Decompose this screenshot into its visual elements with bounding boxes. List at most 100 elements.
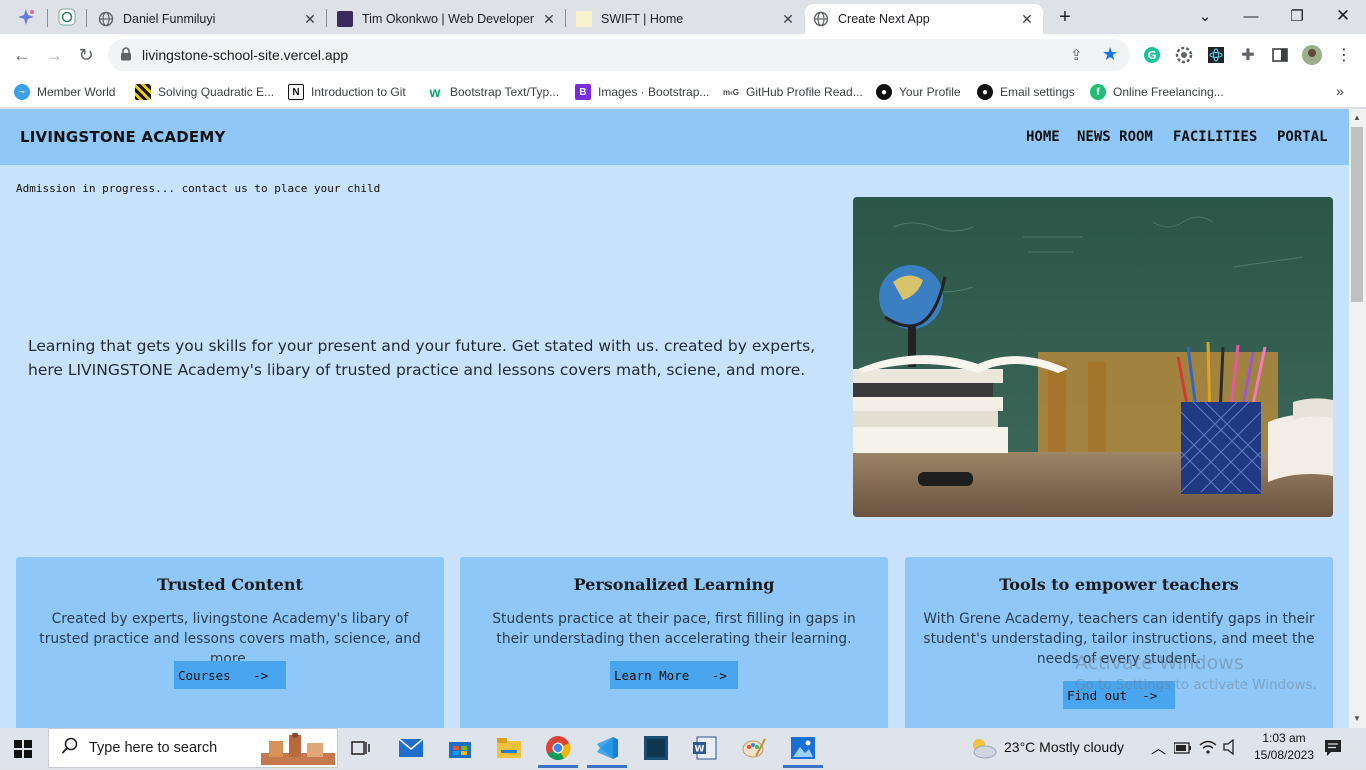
extension-gear-icon[interactable] — [1174, 45, 1194, 65]
forward-arrow-icon[interactable]: → — [39, 40, 69, 70]
close-icon[interactable]: ✕ — [1019, 11, 1035, 28]
reload-icon[interactable]: ↻ — [71, 40, 101, 70]
bookmarks-bar: ~ Member World Solving Quadratic E... N In… — [0, 76, 1366, 108]
bookmark-label: Bootstrap Text/Typ... — [450, 85, 560, 99]
tray-chevron-up-icon[interactable]: ︿ — [1151, 737, 1166, 758]
search-placeholder: Type here to search — [89, 740, 218, 756]
window-close-icon[interactable]: ✕ — [1320, 0, 1366, 32]
minimize-icon[interactable]: — — [1228, 0, 1274, 32]
notification-icon[interactable] — [1324, 739, 1342, 762]
search-highlight-town-icon — [261, 732, 335, 770]
bookmark-your-profile[interactable]: ● Your Profile — [876, 82, 961, 102]
bookmark-email-settings[interactable]: ● Email settings — [977, 82, 1075, 102]
chrome-icon[interactable] — [544, 734, 572, 762]
bookmark-label: Your Profile — [899, 85, 961, 99]
bookmark-introduction-to-git[interactable]: N Introduction to Git — [288, 82, 406, 102]
volume-icon[interactable] — [1223, 738, 1239, 760]
card-text: Students practice at their pace, first f… — [492, 611, 856, 647]
browser-toolbar: ← → ↻ livingstone-school-site.vercel.app… — [0, 34, 1366, 76]
bookmark-star-icon[interactable]: ★ — [1102, 44, 1118, 65]
bookmarks-overflow-chevron-icon[interactable]: » — [1336, 83, 1344, 99]
weather-text[interactable]: 23°C Mostly cloudy — [1004, 739, 1124, 755]
bookmark-member-world[interactable]: ~ Member World — [14, 82, 115, 102]
windows-start-icon[interactable] — [14, 740, 32, 763]
url-text[interactable]: livingstone-school-site.vercel.app — [142, 47, 348, 63]
file-explorer-icon[interactable] — [495, 734, 523, 762]
hero-description: Learning that gets you skills for your p… — [28, 337, 816, 379]
side-panel-icon[interactable] — [1270, 45, 1290, 65]
scroll-up-arrow-icon[interactable]: ▲ — [1353, 113, 1361, 122]
wifi-icon[interactable] — [1199, 739, 1217, 760]
globe-icon — [98, 11, 114, 27]
restore-icon[interactable]: ❐ — [1274, 0, 1320, 32]
bootstrap-icon: B — [575, 84, 591, 100]
scrollbar-thumb[interactable] — [1351, 127, 1363, 302]
bookmark-bootstrap-text[interactable]: w Bootstrap Text/Typ... — [427, 82, 560, 102]
github-icon: ● — [876, 84, 892, 100]
nav-portal[interactable]: PORTAL — [1277, 129, 1328, 145]
paint-icon[interactable] — [740, 734, 768, 762]
tab-create-next-app[interactable]: Create Next App ✕ — [805, 4, 1043, 34]
react-devtools-icon[interactable] — [1206, 45, 1226, 65]
mail-icon[interactable] — [397, 734, 425, 762]
bookmark-github-profile-readme[interactable]: m‹G GitHub Profile Read... — [723, 82, 863, 102]
microsoft-store-icon[interactable] — [446, 734, 474, 762]
tab-swift-home[interactable]: SWIFT | Home ✕ — [568, 4, 804, 34]
task-view-icon[interactable] — [347, 734, 375, 762]
nav-facilities[interactable]: FACILITIES — [1173, 129, 1257, 145]
page-viewport: LIVINGSTONE ACADEMY HOME NEWS ROOM FACIL… — [0, 109, 1349, 728]
tab-tim-okonkwo[interactable]: Tim Okonkwo | Web Developer ✕ — [329, 4, 565, 34]
taskbar-search-box[interactable]: Type here to search — [48, 728, 338, 768]
site-brand[interactable]: LIVINGSTONE ACADEMY — [20, 128, 226, 146]
gemini-sparkle-icon[interactable] — [16, 8, 38, 26]
close-icon[interactable]: ✕ — [541, 11, 557, 28]
terminal-icon[interactable] — [642, 734, 670, 762]
svg-text:W: W — [695, 745, 705, 755]
kebab-menu-icon[interactable]: ⋮ — [1334, 45, 1354, 65]
bookmark-label: Member World — [37, 85, 116, 99]
learn-more-button[interactable]: Learn More -> — [610, 661, 738, 689]
nav-news-room[interactable]: NEWS ROOM — [1077, 129, 1153, 145]
bookmark-label: Online Freelancing... — [1113, 85, 1224, 99]
bookmark-solving-quadratic[interactable]: Solving Quadratic E... — [135, 82, 274, 102]
word-icon[interactable]: W — [691, 734, 719, 762]
svg-text:G: G — [1147, 49, 1156, 62]
page-scrollbar[interactable]: ▲ ▼ — [1349, 109, 1366, 728]
extensions-puzzle-icon[interactable]: ✚ — [1238, 45, 1258, 65]
chatgpt-icon[interactable] — [58, 8, 76, 26]
battery-icon[interactable] — [1173, 741, 1192, 759]
new-tab-plus-icon[interactable]: + — [1054, 6, 1076, 28]
search-icon — [61, 737, 79, 760]
tab-search-chevron-icon[interactable]: ⌄ — [1182, 0, 1228, 32]
windows-taskbar: Type here to search W 23°C Mostly cloudy… — [0, 728, 1366, 768]
address-bar[interactable]: livingstone-school-site.vercel.app ⇪ ★ — [108, 39, 1130, 71]
bookmark-online-freelancing[interactable]: f Online Freelancing... — [1090, 82, 1224, 102]
globe-icon — [813, 11, 829, 27]
tab-title: Daniel Funmiluyi — [123, 12, 216, 26]
admission-notice: Admission in progress... contact us to p… — [16, 182, 381, 195]
tab-daniel-funmiluyi[interactable]: Daniel Funmiluyi ✕ — [90, 4, 326, 34]
clock-time[interactable]: 1:03 am — [1256, 731, 1312, 745]
hazard-stripe-icon — [135, 84, 151, 100]
courses-button[interactable]: Courses -> — [174, 661, 286, 689]
tab-title: Tim Okonkwo | Web Developer — [362, 12, 535, 26]
bookmark-images-bootstrap[interactable]: B Images · Bootstrap... — [575, 82, 709, 102]
back-arrow-icon[interactable]: ← — [7, 40, 37, 70]
photos-icon[interactable] — [789, 734, 817, 762]
scroll-down-arrow-icon[interactable]: ▼ — [1353, 714, 1361, 723]
weather-cloud-icon[interactable] — [968, 736, 998, 765]
grammarly-icon[interactable]: G — [1142, 45, 1162, 65]
close-icon[interactable]: ✕ — [302, 11, 318, 28]
clock-date[interactable]: 15/08/2023 — [1248, 748, 1320, 762]
share-icon[interactable]: ⇪ — [1070, 46, 1083, 64]
profile-avatar[interactable] — [1302, 45, 1322, 65]
lock-icon[interactable] — [120, 47, 132, 61]
mdg-icon: m‹G — [723, 87, 739, 97]
nav-home[interactable]: HOME — [1026, 129, 1060, 145]
member-world-icon: ~ — [14, 84, 30, 100]
fiverr-icon: f — [1090, 84, 1106, 100]
activate-windows-title: Activate Windows — [1075, 652, 1244, 674]
vscode-icon[interactable] — [593, 734, 621, 762]
activate-windows-subtitle: Go to Settings to activate Windows. — [1075, 677, 1317, 693]
close-icon[interactable]: ✕ — [780, 11, 796, 28]
